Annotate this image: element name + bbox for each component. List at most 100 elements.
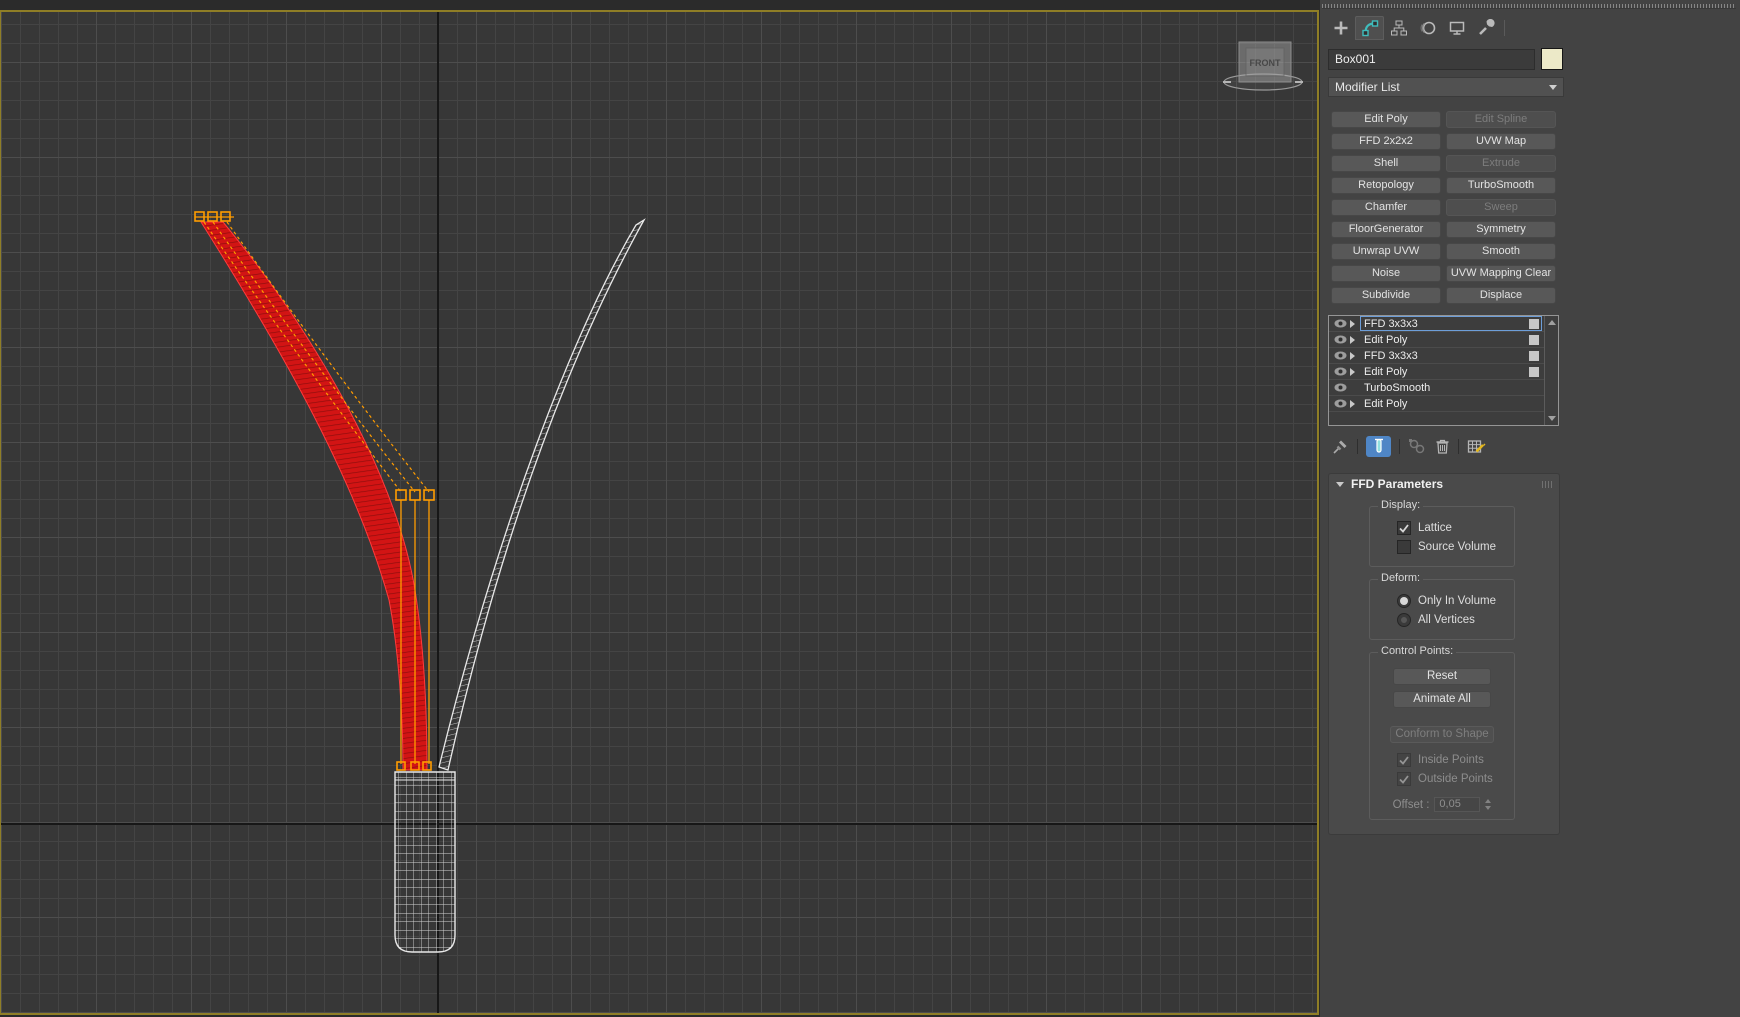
lattice-checkbox-row[interactable]: Lattice xyxy=(1397,521,1514,535)
configure-sets-icon xyxy=(1467,439,1486,453)
pin-stack-button[interactable] xyxy=(1332,438,1349,455)
visibility-toggle[interactable] xyxy=(1334,367,1350,376)
offset-row: Offset : 0,05 xyxy=(1370,797,1514,812)
tab-motion[interactable] xyxy=(1413,16,1442,40)
inside-points-checkbox-row[interactable]: Inside Points xyxy=(1397,753,1514,767)
stack-row-turbosmooth[interactable]: TurboSmooth xyxy=(1329,380,1558,396)
trash-icon xyxy=(1436,439,1449,454)
expander[interactable] xyxy=(1350,351,1360,360)
rollout-title: FFD Parameters xyxy=(1351,477,1444,491)
tab-modify[interactable] xyxy=(1355,16,1384,40)
modifier-button-shell[interactable]: Shell xyxy=(1331,155,1441,172)
stack-item-label: Edit Poly xyxy=(1364,397,1408,410)
modifier-button-edit-spline[interactable]: Edit Spline xyxy=(1446,111,1556,128)
ffd-parameters-rollout: FFD Parameters Display: Lattice Source V… xyxy=(1328,473,1560,835)
white-blade-wireframe[interactable] xyxy=(438,218,646,771)
stack-row-ffd-3x3x3[interactable]: FFD 3x3x3 xyxy=(1329,348,1558,364)
spinner-up-icon[interactable] xyxy=(1485,799,1492,803)
stack-row-ffd-3x3x3[interactable]: FFD 3x3x3 xyxy=(1329,316,1558,332)
modifier-enable-toggle[interactable] xyxy=(1529,366,1539,377)
modifier-button-sweep[interactable]: Sweep xyxy=(1446,199,1556,216)
handle-wireframe[interactable] xyxy=(394,771,456,953)
modifier-button-uvw-mapping-clear[interactable]: UVW Mapping Clear xyxy=(1446,265,1556,282)
object-color-swatch[interactable] xyxy=(1541,48,1563,70)
spinner-down-icon[interactable] xyxy=(1485,806,1492,810)
source-volume-checkbox[interactable] xyxy=(1397,540,1411,554)
inside-points-checkbox[interactable] xyxy=(1397,753,1411,767)
viewport-front[interactable]: FRONT xyxy=(0,0,1320,1017)
test-tube-icon xyxy=(1374,438,1383,453)
modifier-button-chamfer[interactable]: Chamfer xyxy=(1331,199,1441,216)
modifier-button-smooth[interactable]: Smooth xyxy=(1446,243,1556,260)
visibility-toggle[interactable] xyxy=(1334,335,1350,344)
modifier-button-unwrap-uvw[interactable]: Unwrap UVW xyxy=(1331,243,1441,260)
only-in-volume-radio-row[interactable]: Only In Volume xyxy=(1397,594,1514,608)
visibility-toggle[interactable] xyxy=(1334,351,1350,360)
visibility-toggle[interactable] xyxy=(1334,383,1350,392)
lattice-label: Lattice xyxy=(1418,522,1452,534)
only-in-volume-radio[interactable] xyxy=(1397,594,1411,608)
animate-all-button[interactable]: Animate All xyxy=(1393,691,1491,708)
visibility-eye-icon xyxy=(1334,399,1347,408)
make-unique-button[interactable] xyxy=(1408,438,1427,455)
modifier-enable-toggle[interactable] xyxy=(1529,318,1539,329)
modifier-list-dropdown[interactable]: Modifier List xyxy=(1328,77,1564,97)
outside-points-checkbox-row[interactable]: Outside Points xyxy=(1397,772,1514,786)
modifier-button-ffd-2x2x2[interactable]: FFD 2x2x2 xyxy=(1331,133,1441,150)
offset-spinner[interactable] xyxy=(1485,799,1492,810)
modifier-button-uvw-map[interactable]: UVW Map xyxy=(1446,133,1556,150)
expander[interactable] xyxy=(1350,367,1360,376)
modifier-enable-toggle[interactable] xyxy=(1529,350,1539,361)
tab-utilities[interactable] xyxy=(1471,16,1500,40)
expander[interactable] xyxy=(1350,399,1360,408)
reset-button[interactable]: Reset xyxy=(1393,668,1491,685)
modifier-enable-toggle[interactable] xyxy=(1529,334,1539,345)
object-name-field[interactable]: Box001 xyxy=(1328,48,1535,70)
expander[interactable] xyxy=(1350,319,1360,328)
visibility-toggle[interactable] xyxy=(1334,399,1350,408)
offset-value-field[interactable]: 0,05 xyxy=(1434,797,1481,812)
modifier-button-floorgenerator[interactable]: FloorGenerator xyxy=(1331,221,1441,238)
modifier-button-displace[interactable]: Displace xyxy=(1446,287,1556,304)
dropdown-arrow-icon xyxy=(1549,84,1557,90)
configure-modifier-sets-button[interactable] xyxy=(1467,438,1486,455)
stack-row-edit-poly[interactable]: Edit Poly xyxy=(1329,396,1558,412)
tab-hierarchy[interactable] xyxy=(1384,16,1413,40)
conform-to-shape-button[interactable]: Conform to Shape xyxy=(1390,726,1494,743)
stack-scrollbar[interactable] xyxy=(1544,316,1558,425)
modifier-button-symmetry[interactable]: Symmetry xyxy=(1446,221,1556,238)
lattice-checkbox[interactable] xyxy=(1397,521,1411,535)
modifier-button-noise[interactable]: Noise xyxy=(1331,265,1441,282)
modifier-stack[interactable]: FFD 3x3x3 Edit Poly FFD 3x3x3 Edit Poly Turb… xyxy=(1328,315,1559,426)
scroll-up-arrow-icon[interactable] xyxy=(1548,320,1556,325)
check-icon xyxy=(1399,774,1409,784)
tab-display[interactable] xyxy=(1442,16,1471,40)
red-blade-selected[interactable] xyxy=(200,221,428,771)
scroll-down-arrow-icon[interactable] xyxy=(1548,416,1556,421)
display-monitor-icon xyxy=(1449,21,1464,35)
stack-row-edit-poly[interactable]: Edit Poly xyxy=(1329,332,1558,348)
modifier-button-turbosmooth[interactable]: TurboSmooth xyxy=(1446,177,1556,194)
panel-dock-grip[interactable] xyxy=(1322,4,1736,9)
modifier-button-subdivide[interactable]: Subdivide xyxy=(1331,287,1441,304)
all-vertices-radio[interactable] xyxy=(1397,613,1411,627)
all-vertices-radio-row[interactable]: All Vertices xyxy=(1397,613,1514,627)
show-end-result-button[interactable] xyxy=(1366,435,1391,457)
viewport-canvas[interactable]: FRONT xyxy=(0,10,1319,1015)
visibility-toggle[interactable] xyxy=(1334,319,1350,328)
stack-row-edit-poly[interactable]: Edit Poly xyxy=(1329,364,1558,380)
viewcube[interactable]: FRONT xyxy=(1223,41,1303,91)
modifier-button-retopology[interactable]: Retopology xyxy=(1331,177,1441,194)
modifier-button-edit-poly[interactable]: Edit Poly xyxy=(1331,111,1441,128)
tab-create[interactable] xyxy=(1326,16,1355,40)
viewcube-front-label[interactable]: FRONT xyxy=(1250,58,1281,68)
expander[interactable] xyxy=(1350,335,1360,344)
rollout-header[interactable]: FFD Parameters xyxy=(1329,474,1559,494)
ffd-control-points[interactable] xyxy=(194,211,435,771)
motion-icon xyxy=(1420,21,1435,35)
ffd-lattice[interactable] xyxy=(194,211,435,771)
remove-modifier-button[interactable] xyxy=(1435,438,1450,455)
outside-points-checkbox[interactable] xyxy=(1397,772,1411,786)
modifier-button-extrude[interactable]: Extrude xyxy=(1446,155,1556,172)
source-volume-checkbox-row[interactable]: Source Volume xyxy=(1397,540,1514,554)
